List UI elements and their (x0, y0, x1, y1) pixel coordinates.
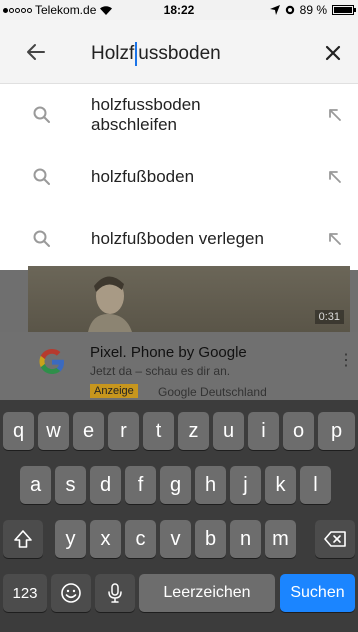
suggestion-label: holzfußboden verlegen (91, 229, 264, 248)
key-l[interactable]: l (300, 466, 331, 504)
search-icon (33, 106, 50, 123)
key-o[interactable]: o (283, 412, 314, 450)
suggestion-label: holzfussboden abschleifen (91, 95, 201, 134)
arrow-up-left-icon[interactable] (326, 106, 344, 124)
suggestion-item[interactable]: holzfußboden verlegen (0, 208, 358, 270)
battery-percentage: 89 % (299, 3, 327, 17)
key-y[interactable]: y (55, 520, 86, 558)
key-i[interactable]: i (248, 412, 279, 450)
video-thumbnail: 0:31 (28, 266, 350, 332)
key-t[interactable]: t (143, 412, 174, 450)
search-bar: Holzf ussboden (0, 20, 358, 84)
arrow-left-icon (27, 44, 45, 60)
key-h[interactable]: h (195, 466, 226, 504)
key-b[interactable]: b (195, 520, 226, 558)
key-r[interactable]: r (108, 412, 139, 450)
search-icon (33, 230, 50, 247)
key-f[interactable]: f (125, 466, 156, 504)
shift-key[interactable] (3, 520, 43, 558)
numbers-key[interactable]: 123 (3, 574, 47, 612)
query-after-caret: ussboden (138, 43, 221, 64)
video-duration: 0:31 (314, 310, 344, 324)
key-d[interactable]: d (90, 466, 121, 504)
key-u[interactable]: u (213, 412, 244, 450)
key-p[interactable]: p (318, 412, 355, 450)
arrow-up-left-icon[interactable] (326, 168, 344, 186)
back-button[interactable] (22, 38, 50, 66)
key-j[interactable]: j (230, 466, 261, 504)
person-image (88, 276, 132, 332)
ad-title: Pixel. Phone by Google (90, 344, 247, 361)
close-icon (325, 45, 341, 61)
suggestion-list: holzfussboden abschleifen holzfußboden h… (0, 84, 358, 270)
key-q[interactable]: q (3, 412, 34, 450)
key-w[interactable]: w (38, 412, 69, 450)
more-vertical-icon: ⋮ (338, 352, 354, 369)
key-e[interactable]: e (73, 412, 104, 450)
alarm-icon (285, 5, 294, 15)
backspace-icon (324, 531, 346, 547)
status-bar: Telekom.de 18:22 89 % (0, 0, 358, 20)
suggestion-label: holzfußboden (91, 167, 195, 186)
clear-button[interactable] (320, 40, 346, 66)
search-icon (33, 168, 50, 185)
ad-row: Pixel. Phone by Google Jetzt da – schau … (0, 332, 358, 400)
microphone-icon (108, 583, 122, 603)
key-k[interactable]: k (265, 466, 296, 504)
ad-badge: Anzeige (90, 384, 138, 398)
suggestion-item[interactable]: holzfussboden abschleifen (0, 84, 358, 146)
key-g[interactable]: g (160, 466, 191, 504)
key-x[interactable]: x (90, 520, 121, 558)
key-z[interactable]: z (178, 412, 209, 450)
key-v[interactable]: v (160, 520, 191, 558)
suggestion-item[interactable]: holzfußboden (0, 146, 358, 208)
status-right: 89 % (269, 3, 356, 17)
ad-advertiser: Google Deutschland (158, 385, 267, 399)
key-s[interactable]: s (55, 466, 86, 504)
key-a[interactable]: a (20, 466, 51, 504)
space-key[interactable]: Leerzeichen (139, 574, 275, 612)
key-m[interactable]: m (265, 520, 296, 558)
backspace-key[interactable] (315, 520, 355, 558)
text-caret (135, 42, 138, 66)
shift-icon (14, 530, 32, 548)
key-c[interactable]: c (125, 520, 156, 558)
arrow-up-left-icon[interactable] (326, 230, 344, 248)
key-n[interactable]: n (230, 520, 261, 558)
search-key[interactable]: Suchen (280, 574, 355, 612)
battery-icon (332, 5, 356, 15)
google-logo-icon (39, 349, 64, 374)
search-input[interactable]: Holzf ussboden (91, 42, 221, 66)
emoji-icon (61, 583, 81, 603)
emoji-key[interactable] (51, 574, 91, 612)
location-icon (269, 5, 280, 15)
query-before-caret: Holzf (91, 43, 135, 64)
keyboard: q w e r t z u i o p a s d f g h j k l y … (0, 400, 358, 632)
dictation-key[interactable] (95, 574, 135, 612)
ad-subtitle: Jetzt da – schau es dir an. (90, 364, 231, 378)
